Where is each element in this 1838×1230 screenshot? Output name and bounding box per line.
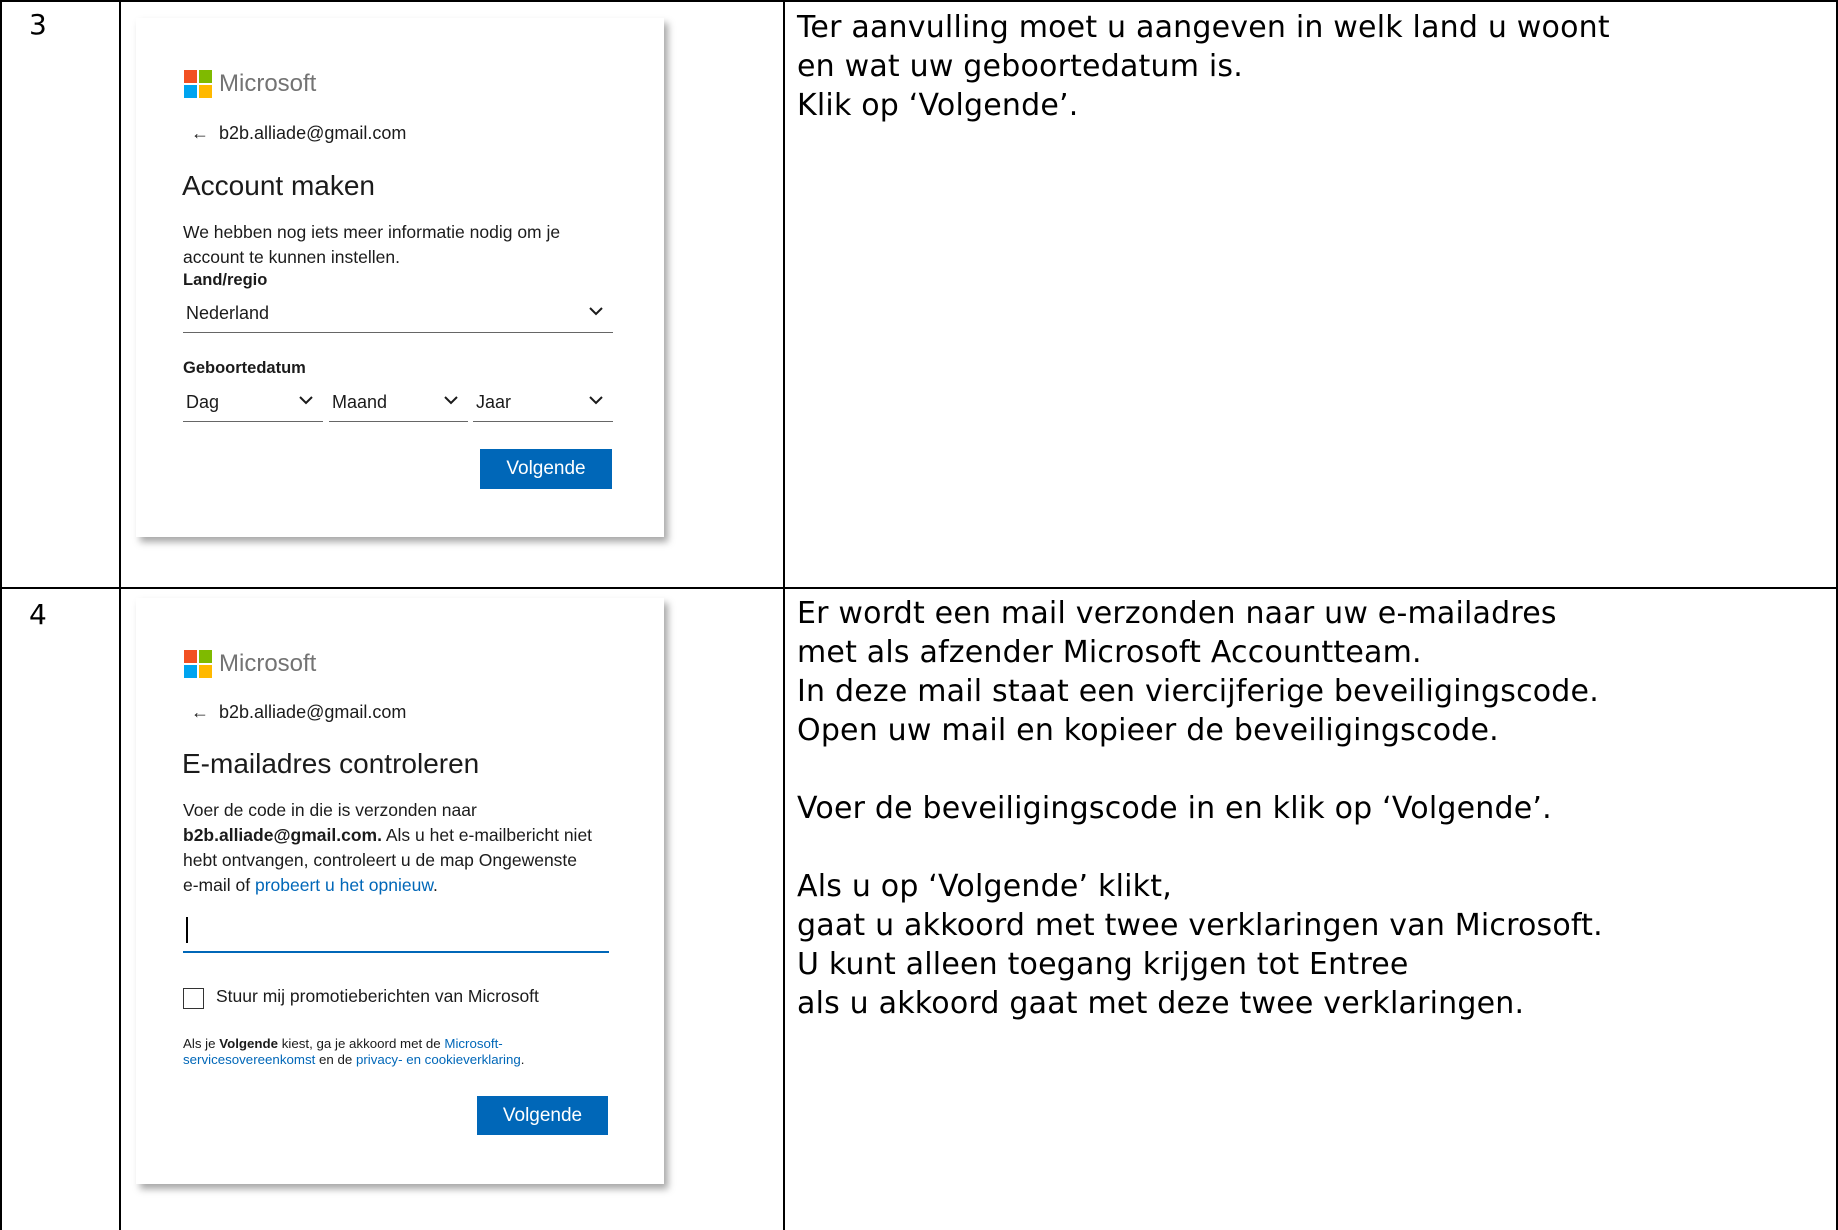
- back-arrow-icon[interactable]: ←: [191, 702, 209, 723]
- identity-email: b2b.alliade@gmail.com: [219, 702, 407, 722]
- chevron-down-icon: [589, 396, 603, 405]
- instruction-text: Er wordt een mail verzonden naar uw e-ma…: [797, 596, 1603, 1021]
- page-title: Account maken: [182, 170, 375, 201]
- year-select[interactable]: Jaar: [473, 387, 613, 422]
- promo-checkbox[interactable]: [183, 988, 204, 1009]
- table-column-divider-2: [783, 0, 785, 1230]
- microsoft-logo-icon: [184, 70, 212, 98]
- table-border-left: [0, 0, 2, 1230]
- year-select-value: Jaar: [476, 392, 512, 412]
- microsoft-logo: Microsoft: [184, 650, 316, 678]
- microsoft-logo: Microsoft: [184, 70, 316, 98]
- country-select[interactable]: Nederland: [183, 298, 613, 333]
- services-agreement-link-cont[interactable]: servicesovereenkomst: [183, 1052, 315, 1067]
- retry-link[interactable]: probeert u het opnieuw: [255, 875, 433, 895]
- day-select[interactable]: Dag: [183, 387, 323, 422]
- chevron-down-icon: [589, 307, 603, 316]
- page-title: E-mailadres controleren: [182, 748, 480, 779]
- legal-text: Als je Volgende kiest, ga je akkoord met…: [183, 1036, 525, 1067]
- country-label: Land/regio: [183, 271, 268, 289]
- microsoft-logo-icon: [184, 650, 212, 678]
- step-number: 4: [29, 598, 47, 631]
- security-code-input[interactable]: [183, 911, 609, 953]
- microsoft-wordmark: Microsoft: [219, 650, 317, 677]
- back-arrow-icon[interactable]: ←: [191, 123, 209, 144]
- month-select[interactable]: Maand: [329, 387, 468, 422]
- chevron-down-icon: [299, 396, 313, 405]
- microsoft-verify-email-card: Microsoft ← b2b.alliade@gmail.com E-mail…: [136, 598, 664, 1184]
- services-agreement-link[interactable]: Microsoft-: [444, 1036, 502, 1051]
- description-text: Voer de code in die is verzonden naar b2…: [183, 800, 593, 895]
- description-text: We hebben nog iets meer informatie nodig…: [183, 222, 561, 267]
- privacy-cookie-link[interactable]: privacy- en cookieverklaring: [356, 1052, 521, 1067]
- microsoft-wordmark: Microsoft: [219, 70, 317, 97]
- country-select-value: Nederland: [186, 303, 270, 323]
- step-number: 3: [29, 8, 47, 41]
- table-row-divider: [0, 587, 1838, 589]
- identity-email: b2b.alliade@gmail.com: [219, 123, 407, 143]
- table-column-divider-1: [119, 0, 121, 1230]
- identity-banner[interactable]: ← b2b.alliade@gmail.com: [191, 702, 406, 723]
- next-button[interactable]: Volgende: [480, 449, 612, 489]
- text-caret: [186, 917, 188, 943]
- instruction-text: Ter aanvulling moet u aangeven in welk l…: [797, 10, 1610, 123]
- month-select-value: Maand: [332, 392, 388, 412]
- email-bold: b2b.alliade@gmail.com.: [183, 825, 382, 845]
- microsoft-signup-card: Microsoft ← b2b.alliade@gmail.com Accoun…: [136, 18, 664, 537]
- identity-banner[interactable]: ← b2b.alliade@gmail.com: [191, 123, 406, 144]
- birthdate-label: Geboortedatum: [183, 359, 306, 377]
- day-select-value: Dag: [186, 392, 220, 412]
- chevron-down-icon: [444, 396, 458, 405]
- next-button[interactable]: Volgende: [477, 1096, 608, 1135]
- promo-checkbox-label[interactable]: Stuur mij promotieberichten van Microsof…: [216, 986, 539, 1007]
- table-border-top: [0, 0, 1838, 2]
